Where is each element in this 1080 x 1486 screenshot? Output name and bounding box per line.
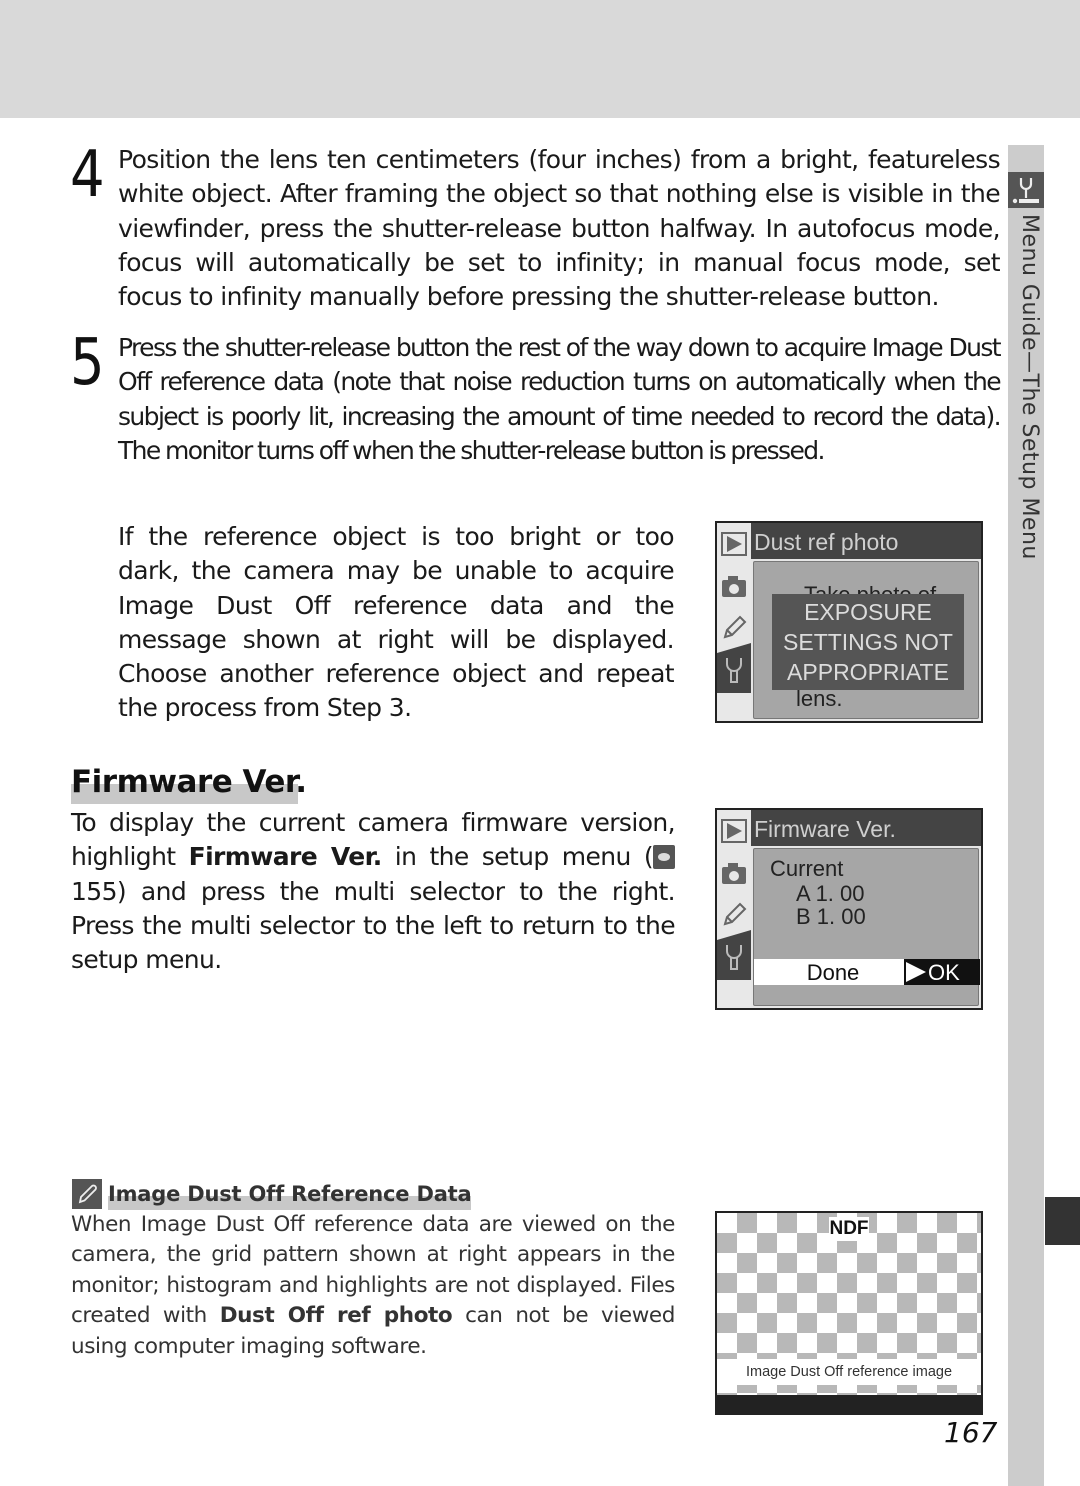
ok-label: OK [928,959,960,985]
step-text: Position the lens ten centimeters (four … [118,145,1001,312]
playback-icon [721,531,747,557]
wrench-icon [721,944,747,970]
menu-tabs [717,523,751,721]
screen-bottom-bar [717,1395,981,1413]
text: 155) and press the multi selector to the… [71,876,676,975]
camera-icon [721,860,747,886]
pencil-icon [721,615,747,641]
camera-icon [721,573,747,599]
screen-body: Take photo of lens. EXPOSURE SETTINGS NO… [753,561,979,719]
exposure-warning-box: EXPOSURE SETTINGS NOT APPROPRIATE [772,594,964,690]
camera-screen-firmware: Firmware Ver. Current A 1. 00 B 1. 00 Do… [715,808,983,1010]
note-title-wrap: Image Dust Off Reference Data [108,1182,472,1210]
step-text: Press the shutter-release button the res… [118,333,1002,465]
firmware-version-b: B 1. 00 [796,904,866,929]
bold-menu-item: Dust Off ref photo [219,1303,453,1329]
done-button[interactable]: Done [754,959,904,985]
ndf-caption: Image Dust Off reference image [717,1359,981,1385]
menu-tabs [717,810,751,1008]
page-reference-icon [653,845,675,870]
step-number: 5 [70,326,105,400]
page-header-band [0,0,1080,118]
right-arrow-icon [906,962,926,982]
ndf-badge: NDF [829,1217,869,1241]
screen-title: Dust ref photo [751,523,981,559]
done-row: Done OK [754,959,980,985]
reference-warning-paragraph: If the reference object is too bright or… [118,522,675,723]
note-title: Image Dust Off Reference Data [108,1182,472,1206]
step-number: 4 [70,138,105,212]
side-chapter-label: Menu Guide—The Setup Menu [1017,214,1042,560]
current-label: Current [770,856,844,881]
warning-line: SETTINGS NOT [783,629,953,655]
dust-off-reference-image-screen: NDF Image Dust Off reference image [715,1211,983,1415]
screen-body: Current A 1. 00 B 1. 00 Done OK [753,848,980,1006]
warning-line: APPROPRIATE [787,659,949,685]
page-number: 167 [944,1416,998,1449]
playback-icon [721,818,747,844]
text: in the setup menu ( [381,842,654,872]
firmware-section-heading: Firmware Ver. [71,762,307,804]
section-title: Firmware Ver. [71,764,307,800]
note-pencil-icon [72,1179,102,1209]
wrench-setup-icon [1008,172,1044,208]
section-thumb-tab [1045,1197,1080,1245]
camera-screen-dust-ref: Dust ref photo Take photo of lens. EXPOS… [715,521,983,723]
ok-button[interactable]: OK [904,959,980,985]
bold-menu-item: Firmware Ver. [188,842,383,872]
firmware-version-a: A 1. 00 [796,881,865,906]
wrench-icon [721,657,747,683]
warning-line: EXPOSURE [804,599,932,625]
firmware-paragraph: To display the current camera firmware v… [71,806,676,977]
pencil-icon [721,902,747,928]
note-heading: Image Dust Off Reference Data [72,1179,472,1210]
note-text: When Image Dust Off reference data are v… [71,1210,675,1362]
screen-title: Firmware Ver. [751,810,981,846]
